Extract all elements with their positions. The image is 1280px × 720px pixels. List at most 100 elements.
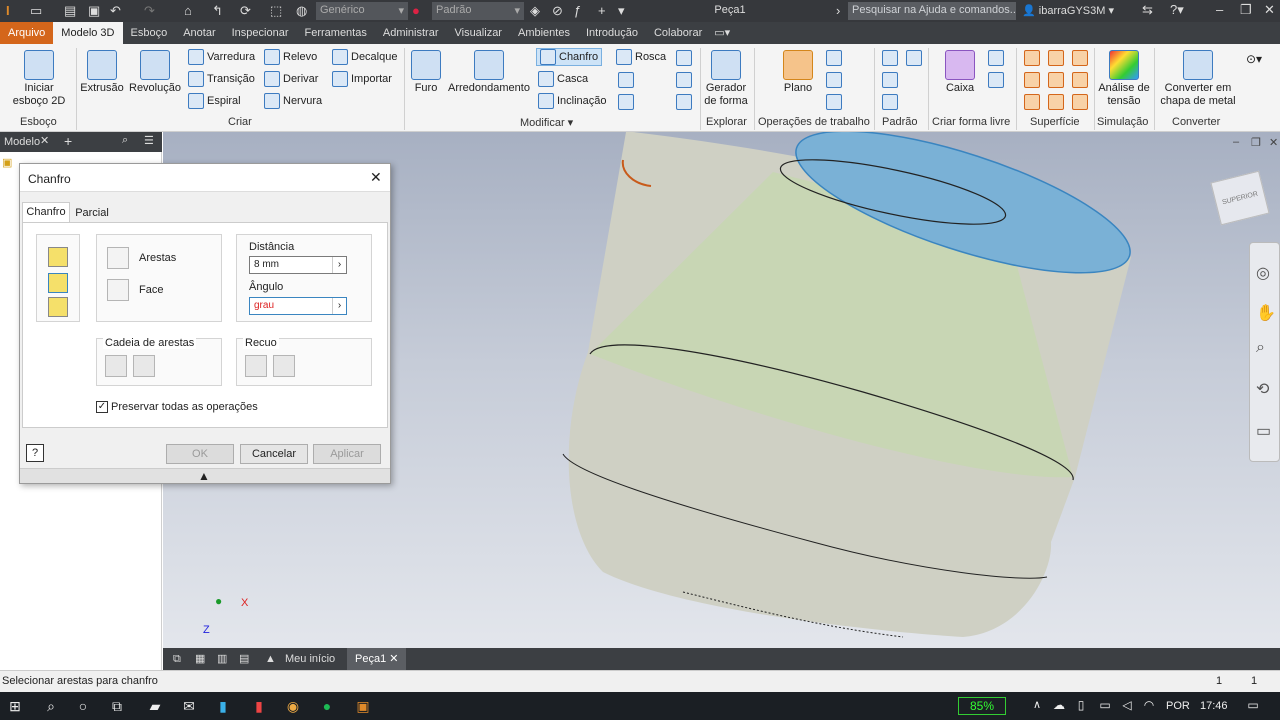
- axis-icon[interactable]: [826, 50, 842, 66]
- clear-icon[interactable]: ⊘: [552, 3, 563, 19]
- distance-type-icon[interactable]: [48, 247, 68, 267]
- mic-icon[interactable]: ▯: [1070, 698, 1092, 712]
- revolve-button[interactable]: Revolução: [128, 50, 182, 95]
- coil-button[interactable]: Espiral: [188, 92, 241, 110]
- surface6-icon[interactable]: [1048, 94, 1064, 110]
- delete-face-icon[interactable]: [676, 94, 692, 110]
- angle-input[interactable]: grau ›: [249, 297, 347, 315]
- help-icon[interactable]: ?▾: [1170, 2, 1184, 18]
- tab-ferramentas[interactable]: Ferramentas: [297, 22, 375, 44]
- battery-indicator[interactable]: 85%: [958, 697, 1006, 715]
- rib-button[interactable]: Nervura: [264, 92, 322, 110]
- cortana-icon[interactable]: ○: [72, 698, 94, 714]
- tab-arquivo[interactable]: Arquivo: [0, 22, 54, 44]
- tab-colaborar[interactable]: Colaborar: [646, 22, 710, 44]
- stress-analysis-button[interactable]: Análise de tensão: [1096, 50, 1152, 108]
- dialog-close-icon[interactable]: ✕: [370, 169, 382, 186]
- open-icon[interactable]: ▤: [64, 3, 76, 19]
- setback-icon[interactable]: [245, 355, 267, 377]
- appearance-combo[interactable]: Padrão ▾: [432, 2, 524, 20]
- customize-icon[interactable]: ▾: [618, 3, 625, 19]
- tab-chanfro[interactable]: Chanfro: [22, 202, 70, 222]
- chain-all-icon[interactable]: [105, 355, 127, 377]
- ribbon-options-icon[interactable]: ⊙▾: [1246, 52, 1262, 66]
- dialog-expand-bar[interactable]: ▲: [20, 468, 390, 483]
- ok-button[interactable]: OK: [166, 444, 234, 464]
- cancel-button[interactable]: Cancelar: [240, 444, 308, 464]
- select-icon[interactable]: ⬚: [270, 3, 282, 19]
- inventor-taskbar-icon[interactable]: ▣: [352, 698, 374, 715]
- globe-icon[interactable]: ◍: [296, 3, 307, 19]
- shape-generator-button[interactable]: Gerador de forma: [702, 50, 750, 108]
- expand-icon[interactable]: ›: [836, 3, 840, 18]
- language-indicator[interactable]: POR: [1166, 700, 1190, 712]
- notifications-icon[interactable]: ▭: [1242, 698, 1264, 712]
- pdf-icon[interactable]: ▮: [248, 698, 270, 715]
- zoom-icon[interactable]: ⌕: [1256, 339, 1265, 357]
- extrude-button[interactable]: Extrusão: [80, 50, 124, 95]
- tab-anotar[interactable]: Anotar: [175, 22, 223, 44]
- steering-wheel-icon[interactable]: ◎: [1256, 263, 1270, 283]
- tab-inspecionar[interactable]: Inspecionar: [224, 22, 297, 44]
- surface8-icon[interactable]: [1072, 72, 1088, 88]
- viewport-restore-icon[interactable]: ❐: [1251, 136, 1261, 149]
- surface5-icon[interactable]: [1048, 72, 1064, 88]
- orbit-icon[interactable]: ⟲: [1256, 379, 1269, 399]
- save-icon[interactable]: ▣: [88, 3, 100, 19]
- distance-arrow-icon[interactable]: ›: [332, 257, 346, 273]
- help-icon[interactable]: ?: [26, 444, 44, 462]
- chrome-icon[interactable]: ◉: [282, 698, 304, 715]
- tab-part1[interactable]: Peça1 ✕: [347, 648, 407, 670]
- tab-parcial[interactable]: Parcial: [72, 204, 112, 222]
- thicken-icon[interactable]: [676, 72, 692, 88]
- edges-select-icon[interactable]: [107, 247, 129, 269]
- tab-modelo-3d[interactable]: Modelo 3D: [53, 22, 123, 44]
- tab-close-icon[interactable]: ✕: [389, 653, 398, 665]
- face-select-icon[interactable]: [107, 279, 129, 301]
- surface1-icon[interactable]: [1024, 50, 1040, 66]
- app-l-icon[interactable]: ▮: [212, 698, 234, 715]
- freeform-icon[interactable]: [988, 50, 1004, 66]
- viewport-minimize-icon[interactable]: –: [1233, 136, 1239, 148]
- close-window-icon[interactable]: ✕: [1264, 2, 1275, 18]
- distance-input[interactable]: 8 mm ›: [249, 256, 347, 274]
- start-sketch-button[interactable]: Iniciar esboço 2D: [8, 50, 70, 108]
- mail-icon[interactable]: ✉: [178, 698, 200, 715]
- spotify-icon[interactable]: ●: [316, 698, 338, 714]
- browser-search-icon[interactable]: ⌕: [122, 134, 128, 147]
- style-combo[interactable]: Genérico ▾: [316, 2, 408, 20]
- tab-ambientes[interactable]: Ambientes: [510, 22, 578, 44]
- cart-icon[interactable]: ⇆: [1142, 2, 1153, 18]
- tab-more-icon[interactable]: ▭▾: [710, 22, 734, 44]
- sweep-button[interactable]: Varredura: [188, 48, 255, 66]
- tab-introducao[interactable]: Introdução: [578, 22, 646, 44]
- surface2-icon[interactable]: [1024, 72, 1040, 88]
- browser-close-icon[interactable]: ✕: [40, 134, 49, 147]
- angle-arrow-icon[interactable]: ›: [332, 298, 346, 314]
- surface3-icon[interactable]: [1024, 94, 1040, 110]
- move-face-icon[interactable]: [618, 94, 634, 110]
- wifi-icon[interactable]: ◠: [1138, 698, 1160, 712]
- tab-administrar[interactable]: Administrar: [375, 22, 447, 44]
- two-distances-type-icon[interactable]: [48, 297, 68, 317]
- surface4-icon[interactable]: [1048, 50, 1064, 66]
- fx-icon[interactable]: ƒ: [574, 3, 581, 18]
- task-view-icon[interactable]: ⧉: [106, 698, 128, 715]
- material-icon[interactable]: ◈: [530, 3, 540, 19]
- fillet-button[interactable]: Arredondamento: [446, 50, 532, 95]
- battery-icon[interactable]: ▭: [1094, 698, 1116, 712]
- preserve-features-checkbox[interactable]: ✓ Preservar todas as operações: [96, 401, 258, 413]
- freeform2-icon[interactable]: [988, 72, 1004, 88]
- group-modificar[interactable]: Modificar ▾: [520, 116, 573, 129]
- pan-icon[interactable]: ✋: [1256, 303, 1276, 323]
- horizontal-icon[interactable]: ▤: [231, 648, 257, 670]
- tile-icon[interactable]: ⧉: [165, 648, 189, 670]
- help-search-input[interactable]: Pesquisar na Ajuda e comandos...: [848, 2, 1016, 20]
- shell-button[interactable]: Casca: [538, 70, 588, 88]
- loft-button[interactable]: Transição: [188, 70, 255, 88]
- tab-esboco[interactable]: Esboço: [123, 22, 176, 44]
- point-icon[interactable]: [826, 72, 842, 88]
- import-button[interactable]: Importar: [332, 70, 392, 88]
- user-account[interactable]: 👤 ibarraGYS3M ▾: [1022, 4, 1114, 17]
- rect-pattern-icon[interactable]: [882, 50, 898, 66]
